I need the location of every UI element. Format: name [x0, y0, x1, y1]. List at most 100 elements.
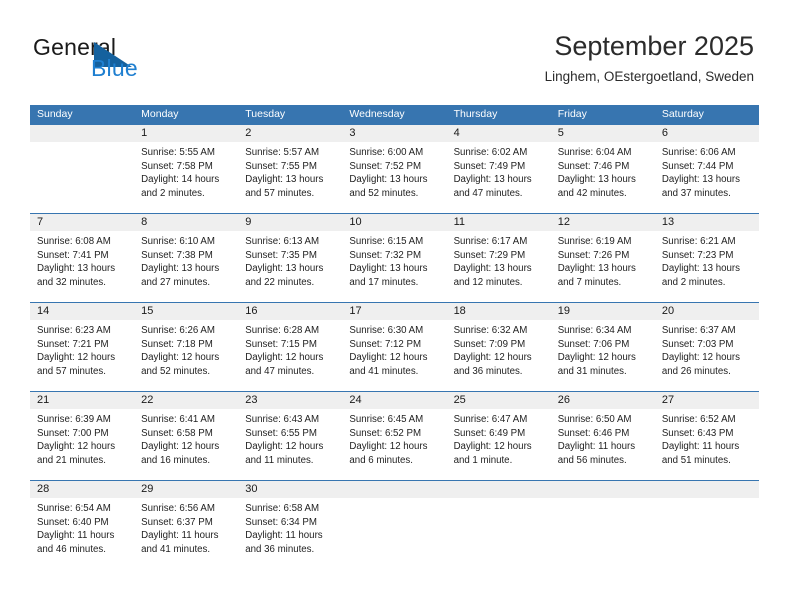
day-info: Sunrise: 6:58 AM Sunset: 6:34 PM Dayligh…	[238, 498, 342, 556]
day-cell	[654, 481, 759, 569]
daylight-text-line2: and 16 minutes.	[141, 454, 211, 466]
day-cell[interactable]: 16 Sunrise: 6:28 AM Sunset: 7:15 PM Dayl…	[238, 303, 343, 391]
daylight-text-line1: Daylight: 12 hours	[349, 441, 428, 453]
daylight-text-line2: and 52 minutes.	[349, 187, 419, 199]
day-cell[interactable]: 7 Sunrise: 6:08 AM Sunset: 7:41 PM Dayli…	[30, 214, 135, 302]
day-cell[interactable]: 9 Sunrise: 6:13 AM Sunset: 7:35 PM Dayli…	[238, 214, 343, 302]
day-cell[interactable]: 14 Sunrise: 6:23 AM Sunset: 7:21 PM Dayl…	[30, 303, 135, 391]
day-info: Sunrise: 6:21 AM Sunset: 7:23 PM Dayligh…	[655, 231, 759, 289]
day-number: 14	[30, 303, 135, 320]
day-number: 21	[30, 392, 135, 409]
calendar-page: General Blue September 2025 Linghem, OEs…	[0, 0, 792, 612]
day-info: Sunrise: 6:02 AM Sunset: 7:49 PM Dayligh…	[447, 142, 551, 200]
sunrise-text: Sunrise: 6:41 AM	[141, 414, 215, 425]
sunrise-text: Sunrise: 6:50 AM	[557, 414, 632, 425]
daylight-text-line2: and 57 minutes.	[37, 365, 106, 377]
sunset-text: Sunset: 7:49 PM	[453, 160, 526, 172]
day-number: 24	[342, 392, 447, 409]
day-cell[interactable]: 30 Sunrise: 6:58 AM Sunset: 6:34 PM Dayl…	[238, 481, 343, 569]
day-number: 10	[342, 214, 447, 231]
daylight-text-line2: and 56 minutes.	[557, 454, 627, 466]
sunset-text: Sunset: 7:41 PM	[37, 249, 109, 261]
day-cell[interactable]: 11 Sunrise: 6:17 AM Sunset: 7:29 PM Dayl…	[446, 214, 551, 302]
day-info	[447, 498, 551, 502]
day-info: Sunrise: 6:37 AM Sunset: 7:03 PM Dayligh…	[655, 320, 759, 378]
sunrise-text: Sunrise: 6:30 AM	[349, 325, 424, 336]
daylight-text-line1: Daylight: 12 hours	[245, 441, 324, 453]
day-cell[interactable]: 8 Sunrise: 6:10 AM Sunset: 7:38 PM Dayli…	[134, 214, 239, 302]
sunrise-text: Sunrise: 6:04 AM	[557, 147, 632, 158]
sunrise-text: Sunrise: 6:13 AM	[245, 236, 320, 247]
day-cell[interactable]: 26 Sunrise: 6:50 AM Sunset: 6:46 PM Dayl…	[550, 392, 655, 480]
daylight-text-line1: Daylight: 13 hours	[661, 174, 740, 186]
day-cell[interactable]: 2 Sunrise: 5:57 AM Sunset: 7:55 PM Dayli…	[238, 125, 343, 213]
weekday-header-sunday: Sunday	[37, 108, 73, 120]
sunset-text: Sunset: 7:12 PM	[349, 338, 422, 350]
sunrise-text: Sunrise: 6:08 AM	[37, 236, 111, 247]
day-info: Sunrise: 6:52 AM Sunset: 6:43 PM Dayligh…	[655, 409, 759, 467]
day-info: Sunrise: 6:54 AM Sunset: 6:40 PM Dayligh…	[30, 498, 134, 556]
day-cell[interactable]: 21 Sunrise: 6:39 AM Sunset: 7:00 PM Dayl…	[30, 392, 135, 480]
day-cell[interactable]: 10 Sunrise: 6:15 AM Sunset: 7:32 PM Dayl…	[342, 214, 447, 302]
day-info: Sunrise: 6:26 AM Sunset: 7:18 PM Dayligh…	[134, 320, 238, 378]
day-number: 11	[446, 214, 551, 231]
day-cell[interactable]: 15 Sunrise: 6:26 AM Sunset: 7:18 PM Dayl…	[134, 303, 239, 391]
sunrise-text: Sunrise: 6:06 AM	[661, 147, 736, 158]
day-cell[interactable]: 29 Sunrise: 6:56 AM Sunset: 6:37 PM Dayl…	[134, 481, 239, 569]
day-info: Sunrise: 6:13 AM Sunset: 7:35 PM Dayligh…	[238, 231, 342, 289]
sunrise-text: Sunrise: 6:23 AM	[37, 325, 111, 336]
day-info: Sunrise: 6:41 AM Sunset: 6:58 PM Dayligh…	[134, 409, 238, 467]
day-info: Sunrise: 5:55 AM Sunset: 7:58 PM Dayligh…	[134, 142, 238, 200]
day-cell[interactable]: 25 Sunrise: 6:47 AM Sunset: 6:49 PM Dayl…	[446, 392, 551, 480]
general-blue-logo[interactable]: General Blue	[33, 36, 233, 86]
day-cell[interactable]: 27 Sunrise: 6:52 AM Sunset: 6:43 PM Dayl…	[654, 392, 759, 480]
day-number: 30	[238, 481, 343, 498]
sunset-text: Sunset: 6:52 PM	[349, 427, 422, 439]
day-info: Sunrise: 6:39 AM Sunset: 7:00 PM Dayligh…	[30, 409, 134, 467]
day-cell[interactable]: 1 Sunrise: 5:55 AM Sunset: 7:58 PM Dayli…	[134, 125, 239, 213]
sunset-text: Sunset: 7:03 PM	[661, 338, 734, 350]
day-cell[interactable]: 4 Sunrise: 6:02 AM Sunset: 7:49 PM Dayli…	[446, 125, 551, 213]
day-cell[interactable]: 24 Sunrise: 6:45 AM Sunset: 6:52 PM Dayl…	[342, 392, 447, 480]
day-info: Sunrise: 6:30 AM Sunset: 7:12 PM Dayligh…	[342, 320, 446, 378]
sunrise-text: Sunrise: 6:15 AM	[349, 236, 424, 247]
day-cell[interactable]: 28 Sunrise: 6:54 AM Sunset: 6:40 PM Dayl…	[30, 481, 135, 569]
sunrise-text: Sunrise: 6:02 AM	[453, 147, 528, 158]
day-cell[interactable]: 19 Sunrise: 6:34 AM Sunset: 7:06 PM Dayl…	[550, 303, 655, 391]
day-cell[interactable]: 17 Sunrise: 6:30 AM Sunset: 7:12 PM Dayl…	[342, 303, 447, 391]
day-cell	[446, 481, 551, 569]
day-cell[interactable]: 3 Sunrise: 6:00 AM Sunset: 7:52 PM Dayli…	[342, 125, 447, 213]
daylight-text-line2: and 27 minutes.	[141, 276, 211, 288]
sunrise-text: Sunrise: 6:43 AM	[245, 414, 320, 425]
sunset-text: Sunset: 7:35 PM	[245, 249, 317, 261]
daylight-text-line2: and 51 minutes.	[661, 454, 731, 466]
day-cell[interactable]: 5 Sunrise: 6:04 AM Sunset: 7:46 PM Dayli…	[550, 125, 655, 213]
daylight-text-line2: and 12 minutes.	[453, 276, 523, 288]
day-number: 28	[30, 481, 135, 498]
daylight-text-line1: Daylight: 12 hours	[453, 352, 532, 364]
sunrise-text: Sunrise: 6:52 AM	[661, 414, 736, 425]
sunset-text: Sunset: 7:00 PM	[37, 427, 109, 439]
day-cell[interactable]: 18 Sunrise: 6:32 AM Sunset: 7:09 PM Dayl…	[446, 303, 551, 391]
daylight-text-line2: and 21 minutes.	[37, 454, 106, 466]
day-cell[interactable]: 20 Sunrise: 6:37 AM Sunset: 7:03 PM Dayl…	[654, 303, 759, 391]
daylight-text-line1: Daylight: 13 hours	[141, 263, 220, 275]
sunset-text: Sunset: 6:43 PM	[661, 427, 734, 439]
day-cell[interactable]: 12 Sunrise: 6:19 AM Sunset: 7:26 PM Dayl…	[550, 214, 655, 302]
day-info: Sunrise: 6:06 AM Sunset: 7:44 PM Dayligh…	[655, 142, 759, 200]
day-number: 12	[550, 214, 655, 231]
daylight-text-line2: and 46 minutes.	[37, 543, 106, 555]
day-cell[interactable]: 13 Sunrise: 6:21 AM Sunset: 7:23 PM Dayl…	[654, 214, 759, 302]
day-info: Sunrise: 6:43 AM Sunset: 6:55 PM Dayligh…	[238, 409, 342, 467]
daylight-text-line2: and 36 minutes.	[453, 365, 523, 377]
day-cell[interactable]: 22 Sunrise: 6:41 AM Sunset: 6:58 PM Dayl…	[134, 392, 239, 480]
daylight-text-line1: Daylight: 11 hours	[245, 530, 323, 542]
day-number: 19	[550, 303, 655, 320]
daylight-text-line1: Daylight: 12 hours	[557, 352, 636, 364]
day-info: Sunrise: 6:19 AM Sunset: 7:26 PM Dayligh…	[551, 231, 655, 289]
daylight-text-line1: Daylight: 12 hours	[141, 441, 220, 453]
day-number: 27	[654, 392, 759, 409]
page-header: General Blue September 2025 Linghem, OEs…	[0, 0, 792, 100]
day-cell[interactable]: 23 Sunrise: 6:43 AM Sunset: 6:55 PM Dayl…	[238, 392, 343, 480]
day-cell[interactable]: 6 Sunrise: 6:06 AM Sunset: 7:44 PM Dayli…	[654, 125, 759, 213]
